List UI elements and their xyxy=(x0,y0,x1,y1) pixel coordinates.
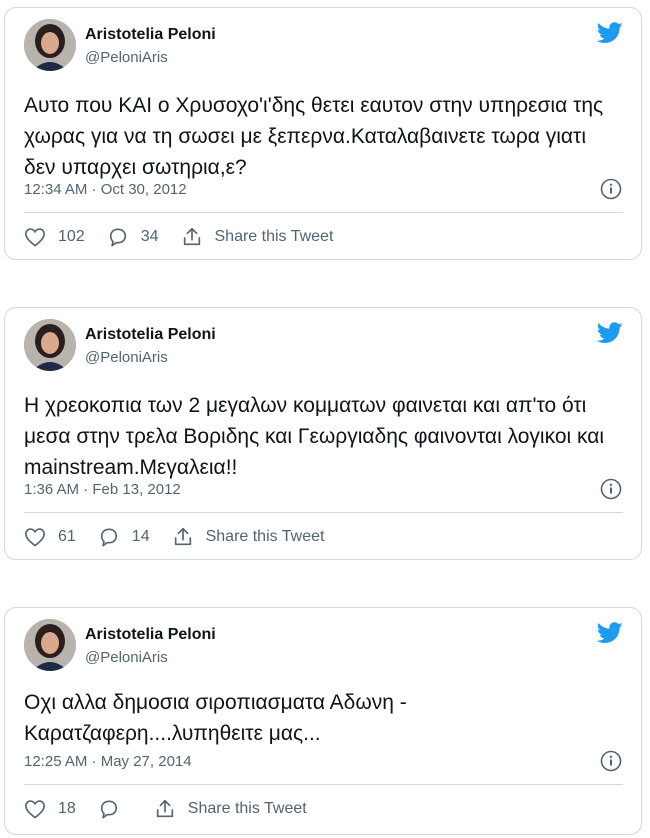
reply-button[interactable]: 14 xyxy=(98,527,150,547)
tweet-card[interactable]: Aristotelia Peloni @PeloniAris Η χρεοκοπ… xyxy=(4,307,642,560)
tweet-timestamp[interactable]: 12:25 AM · May 27, 2014 xyxy=(24,753,192,770)
reply-icon xyxy=(100,800,117,819)
tweet-actions: 61 14 Share this Tweet xyxy=(24,524,623,550)
info-icon[interactable] xyxy=(600,478,622,500)
author-name[interactable]: Aristotelia Peloni xyxy=(85,626,216,644)
reply-count: 14 xyxy=(131,528,150,545)
reply-count: 34 xyxy=(140,228,159,245)
share-label: Share this Tweet xyxy=(214,228,334,245)
share-label: Share this Tweet xyxy=(205,528,325,545)
divider xyxy=(24,212,623,213)
tweet-text: Αυτο που ΚΑΙ ο Χρυσοχο'ι'δης θετει εαυτο… xyxy=(24,94,610,179)
avatar[interactable] xyxy=(24,319,76,371)
like-button[interactable]: 102 xyxy=(24,227,85,247)
share-button[interactable]: Share this Tweet xyxy=(172,526,325,548)
like-count: 61 xyxy=(58,528,76,545)
like-count: 18 xyxy=(58,800,76,817)
info-icon[interactable] xyxy=(600,178,622,200)
divider xyxy=(24,784,623,785)
author-handle[interactable]: @PeloniAris xyxy=(85,349,168,366)
reply-icon xyxy=(109,228,126,247)
tweet-card[interactable]: Aristotelia Peloni @PeloniAris Οχι αλλα … xyxy=(4,607,642,835)
avatar[interactable] xyxy=(24,619,76,671)
reply-button[interactable]: 34 xyxy=(107,227,159,247)
tweet-card[interactable]: Aristotelia Peloni @PeloniAris Αυτο που … xyxy=(4,7,642,260)
reply-icon xyxy=(100,528,117,547)
share-icon xyxy=(156,799,173,818)
tweet-timestamp[interactable]: 12:34 AM · Oct 30, 2012 xyxy=(24,181,187,198)
author-name[interactable]: Aristotelia Peloni xyxy=(85,326,216,344)
info-icon[interactable] xyxy=(600,750,622,772)
like-count: 102 xyxy=(58,228,85,245)
avatar[interactable] xyxy=(24,19,76,71)
like-button[interactable]: 61 xyxy=(24,527,76,547)
share-label: Share this Tweet xyxy=(187,800,307,817)
twitter-bird-icon[interactable] xyxy=(597,22,623,44)
tweet-actions: 18 Share this Tweet xyxy=(24,796,623,822)
like-button[interactable]: 18 xyxy=(24,799,76,819)
tweet-actions: 102 34 Share this Tweet xyxy=(24,224,623,250)
author-handle[interactable]: @PeloniAris xyxy=(85,649,168,666)
share-button[interactable]: Share this Tweet xyxy=(154,798,307,820)
share-button[interactable]: Share this Tweet xyxy=(181,226,334,248)
share-icon xyxy=(174,527,191,546)
tweet-text: Η χρεοκοπια των 2 μεγαλων κομματων φαινε… xyxy=(24,394,610,479)
tweet-timestamp[interactable]: 1:36 AM · Feb 13, 2012 xyxy=(24,481,181,498)
heart-icon xyxy=(25,800,45,819)
twitter-bird-icon[interactable] xyxy=(597,622,623,644)
divider xyxy=(24,512,623,513)
author-handle[interactable]: @PeloniAris xyxy=(85,49,168,66)
tweet-text: Οχι αλλα δημοσια σιροπιασματα Αδωνη - Κα… xyxy=(24,691,413,745)
reply-button[interactable] xyxy=(98,799,132,819)
author-name[interactable]: Aristotelia Peloni xyxy=(85,26,216,44)
share-icon xyxy=(183,227,200,246)
heart-icon xyxy=(25,528,45,547)
heart-icon xyxy=(25,228,45,247)
twitter-bird-icon[interactable] xyxy=(597,322,623,344)
